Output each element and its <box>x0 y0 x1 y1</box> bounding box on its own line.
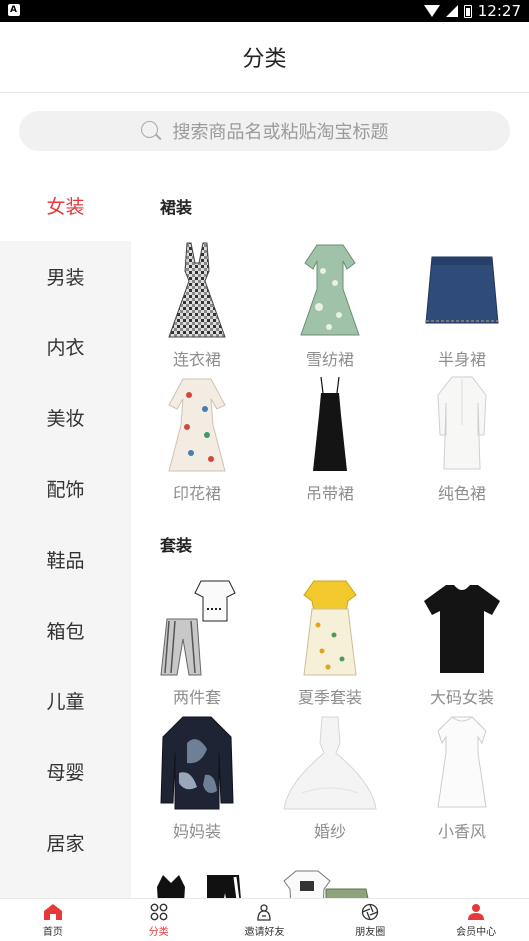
category-item-label: 小香风 <box>437 822 486 841</box>
sidebar-item-underwear[interactable]: 内衣 <box>0 312 131 383</box>
sidebar-item-shoes[interactable]: 鞋品 <box>0 524 131 595</box>
sidebar-item-accessories[interactable]: 配饰 <box>0 453 131 524</box>
category-item-chanel-style[interactable]: 小香风 <box>396 712 528 846</box>
sidebar-item-womens[interactable]: 女装 <box>0 170 131 241</box>
category-sidebar: 女装 男装 内衣 美妆 配饰 鞋品 箱包 儿童 母婴 居家 <box>0 170 131 898</box>
print-dress-icon <box>147 374 247 476</box>
sidebar-item-baby[interactable]: 母婴 <box>0 736 131 807</box>
sportswear-icon <box>147 846 247 898</box>
sidebar-item-kids[interactable]: 儿童 <box>0 666 131 737</box>
slip-dress-icon <box>280 374 380 476</box>
tab-invite[interactable]: 邀请好友 <box>212 899 318 941</box>
notification-icon: A <box>8 4 20 16</box>
sidebar-item-bags[interactable]: 箱包 <box>0 595 131 666</box>
category-item-label: 连衣裙 <box>172 350 221 369</box>
status-bar: A 12:27 <box>0 0 529 22</box>
denim-skirt-icon <box>412 240 512 342</box>
solid-dress-icon <box>412 374 512 476</box>
search-input[interactable]: 搜索商品名或粘贴淘宝标题 <box>19 111 510 151</box>
category-item-label: 大码女装 <box>429 688 494 707</box>
category-item-solid-dress[interactable]: 纯色裙 <box>396 374 528 508</box>
sidebar-item-home[interactable]: 居家 <box>0 807 131 878</box>
invite-friends-icon <box>254 903 274 922</box>
sidebar-item-beauty[interactable]: 美妆 <box>0 382 131 453</box>
search-area: 搜索商品名或粘贴淘宝标题 <box>0 93 529 170</box>
category-item-print-dress[interactable]: 印花裙 <box>131 374 263 508</box>
category-item-label: 妈妈装 <box>172 822 221 841</box>
home-icon <box>43 903 63 922</box>
section-title-dresses: 裙装 <box>160 198 193 217</box>
chiffon-dress-icon <box>280 240 380 342</box>
category-item-label: 纯色裙 <box>437 484 486 503</box>
category-item-label: 雪纺裙 <box>305 350 354 369</box>
category-item-mom[interactable]: 妈妈装 <box>131 712 263 846</box>
category-item-dress[interactable]: 连衣裙 <box>131 240 263 374</box>
tab-home[interactable]: 首页 <box>0 899 106 941</box>
wedding-gown-icon <box>280 712 380 814</box>
member-center-icon <box>466 903 486 922</box>
signal-icon <box>445 5 458 17</box>
category-item-label: 两件套 <box>172 688 221 707</box>
category-item-plus-size[interactable]: 大码女装 <box>396 578 528 712</box>
tee-set-icon <box>280 846 380 898</box>
sidebar-item-mens[interactable]: 男装 <box>0 241 131 312</box>
tab-moments[interactable]: 朋友圈 <box>317 899 423 941</box>
bottom-tab-bar: 首页 分类 邀请好友 朋友圈 会员中心 <box>0 898 529 941</box>
category-item-wedding[interactable]: 婚纱 <box>264 712 396 846</box>
section-title-sets: 套装 <box>160 536 193 555</box>
white-dress-icon <box>412 712 512 814</box>
category-content: 裙装 连衣裙 雪纺裙 半身裙 印花裙 吊带裙 纯色裙 套装 两件套 夏季套装 大… <box>131 170 529 898</box>
category-item-sportswear[interactable] <box>131 846 263 898</box>
tab-member[interactable]: 会员中心 <box>423 899 529 941</box>
category-item-tee-set[interactable] <box>264 846 396 898</box>
tab-category[interactable]: 分类 <box>106 899 212 941</box>
category-item-label: 婚纱 <box>313 822 346 841</box>
category-item-label: 半身裙 <box>437 350 486 369</box>
moments-icon <box>360 903 380 922</box>
two-piece-icon <box>147 578 247 680</box>
category-item-slip-dress[interactable]: 吊带裙 <box>264 374 396 508</box>
search-placeholder: 搜索商品名或粘贴淘宝标题 <box>172 122 389 143</box>
page-header: 分类 <box>0 22 529 93</box>
category-item-label: 吊带裙 <box>305 484 354 503</box>
page-title: 分类 <box>242 47 287 72</box>
plus-size-tee-icon <box>412 578 512 680</box>
mom-blouse-icon <box>147 712 247 814</box>
gingham-dress-icon <box>147 240 247 342</box>
category-item-chiffon[interactable]: 雪纺裙 <box>264 240 396 374</box>
search-icon <box>140 121 162 141</box>
status-time: 12:27 <box>477 2 521 20</box>
battery-icon <box>463 4 472 18</box>
category-item-label: 夏季套装 <box>297 688 362 707</box>
category-item-summer-set[interactable]: 夏季套装 <box>264 578 396 712</box>
category-item-two-piece[interactable]: 两件套 <box>131 578 263 712</box>
summer-set-icon <box>280 578 380 680</box>
category-grid-icon <box>149 903 169 922</box>
wifi-icon <box>423 5 440 17</box>
category-item-skirt[interactable]: 半身裙 <box>396 240 528 374</box>
category-item-label: 印花裙 <box>172 484 221 503</box>
